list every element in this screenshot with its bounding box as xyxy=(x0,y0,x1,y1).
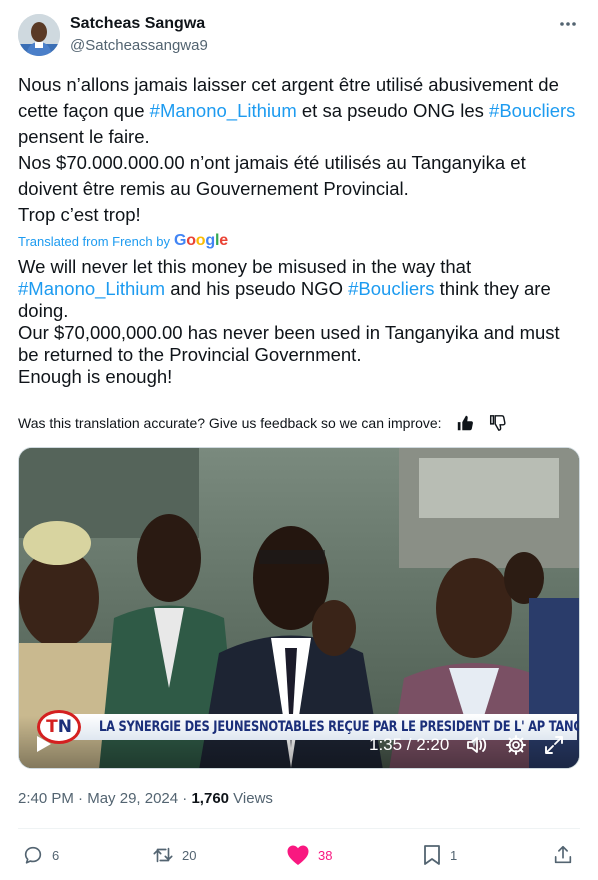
translation-paragraph: Enough is enough! xyxy=(18,366,173,387)
translation-paragraph: Our $70,000,000.00 has never been used i… xyxy=(18,322,560,365)
thumbs-down-button[interactable] xyxy=(486,412,508,434)
translation-feedback: Was this translation accurate? Give us f… xyxy=(18,412,578,434)
bookmark-count: 1 xyxy=(450,847,458,863)
like-button[interactable]: 38 xyxy=(286,840,332,870)
divider xyxy=(18,828,580,829)
translation-text-segment: We will never let this money be misused … xyxy=(18,256,472,277)
views-label: Views xyxy=(229,790,273,807)
thumbs-up-icon xyxy=(457,415,473,431)
share-button[interactable] xyxy=(552,840,574,870)
banner-text: LA SYNERGIE DES JEUNESNOTABLES REÇUE PAR… xyxy=(99,719,580,735)
translation-paragraph: We will never let this money be misused … xyxy=(18,256,580,322)
avatar-image xyxy=(18,14,60,56)
bookmark-button[interactable]: 1 xyxy=(422,840,457,870)
post-date[interactable]: May 29, 2024 xyxy=(87,790,178,807)
translation-label[interactable]: Translated from French by xyxy=(18,234,170,249)
author-info: Satcheas Sangwa @Satcheassangwa9 xyxy=(70,14,208,56)
translation-attribution: Translated from French by Google xyxy=(18,230,228,252)
video-time: 1:35 / 2:20 xyxy=(369,735,450,754)
translation-text-segment: and his pseudo NGO xyxy=(165,278,349,299)
tweet-text-segment: et sa pseudo ONG les xyxy=(296,100,490,121)
settings-icon xyxy=(506,735,526,755)
hashtag-link[interactable]: #Manono_Lithium xyxy=(18,278,165,299)
tweet-paragraph: Nous n’allons jamais laisser cet argent … xyxy=(18,72,580,150)
repost-button[interactable]: 20 xyxy=(152,840,196,870)
tweet-meta: 2:40 PM · May 29, 2024 · 1,760 Views xyxy=(18,790,273,807)
volume-button[interactable] xyxy=(465,734,487,756)
avatar[interactable] xyxy=(18,14,60,56)
play-icon xyxy=(37,736,51,752)
thumbs-down-icon xyxy=(489,415,506,431)
settings-button[interactable] xyxy=(505,734,527,756)
action-bar: 6 20 38 1 xyxy=(18,840,580,870)
hashtag-link[interactable]: #Manono_Lithium xyxy=(150,100,297,121)
google-logo: Google xyxy=(173,232,228,249)
feedback-prompt: Was this translation accurate? Give us f… xyxy=(18,415,442,431)
tweet-text-segment: pensent le faire. xyxy=(18,126,150,147)
share-icon xyxy=(554,845,572,864)
translated-text: We will never let this money be misused … xyxy=(18,256,580,388)
volume-icon xyxy=(467,737,487,753)
thumbs-up-button[interactable] xyxy=(454,412,476,434)
repost-icon xyxy=(153,847,173,863)
views-count: 1,760 xyxy=(191,790,230,807)
repost-count: 20 xyxy=(182,847,197,863)
logo-letter: N xyxy=(57,717,72,737)
tweet-paragraph: Trop c’est trop! xyxy=(18,204,141,225)
meta-separator: · xyxy=(178,790,192,807)
more-icon xyxy=(560,22,576,26)
like-count: 38 xyxy=(318,847,333,863)
reply-count: 6 xyxy=(52,847,60,863)
user-handle[interactable]: @Satcheassangwa9 xyxy=(70,36,208,56)
heart-icon xyxy=(287,845,309,865)
reply-button[interactable]: 6 xyxy=(22,840,59,870)
meta-separator: · xyxy=(73,790,88,807)
display-name[interactable]: Satcheas Sangwa xyxy=(70,14,208,34)
fullscreen-icon xyxy=(545,736,563,754)
tweet-header: Satcheas Sangwa @Satcheassangwa9 xyxy=(18,12,580,60)
news-banner: LA SYNERGIE DES JEUNESNOTABLES REÇUE PAR… xyxy=(47,714,580,740)
more-options-button[interactable] xyxy=(556,12,580,36)
video-player[interactable]: LA SYNERGIE DES JEUNESNOTABLES REÇUE PAR… xyxy=(18,447,580,769)
bookmark-icon xyxy=(424,845,440,865)
tweet-text: Nous n’allons jamais laisser cet argent … xyxy=(18,72,580,228)
reply-icon xyxy=(24,846,42,864)
hashtag-link[interactable]: #Boucliers xyxy=(348,278,434,299)
post-time[interactable]: 2:40 PM xyxy=(18,790,74,807)
fullscreen-button[interactable] xyxy=(543,734,565,756)
hashtag-link[interactable]: #Boucliers xyxy=(489,100,575,121)
tweet-paragraph: Nos $70.000.000.00 n’ont jamais été util… xyxy=(18,152,526,199)
play-button[interactable] xyxy=(33,734,53,754)
